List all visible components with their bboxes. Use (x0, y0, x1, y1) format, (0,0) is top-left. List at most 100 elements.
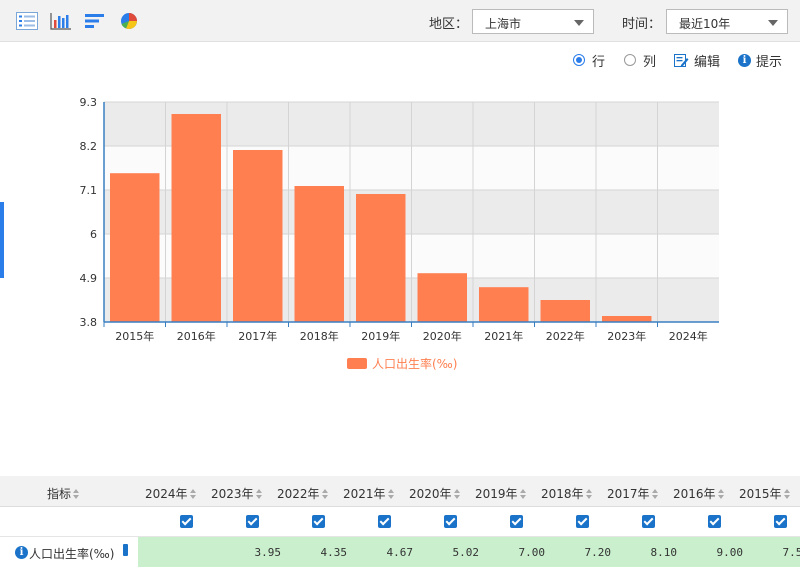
bar-2015年 (110, 173, 160, 322)
table-cell: 5.02 (452, 546, 480, 559)
bar-2023年 (602, 316, 652, 322)
edit-icon (674, 53, 689, 68)
region-select[interactable]: 上海市 (472, 9, 594, 34)
legend-label: 人口出生率(‰) (372, 357, 458, 371)
sort-icon (255, 489, 263, 499)
x-tick-label: 2022年 (546, 329, 585, 343)
region-select-value: 上海市 (485, 17, 522, 31)
sort-icon (387, 489, 395, 499)
bar-2020年 (417, 273, 467, 322)
x-tick-label: 2018年 (300, 329, 339, 343)
column-checkbox[interactable] (510, 515, 523, 528)
bar-chart: 3.8 4.9 6 7.1 8.2 9.3 2015年 2016年 2017年 2018年 2019… (80, 96, 719, 343)
year-column-header[interactable]: 2020年 (409, 485, 461, 502)
chevron-down-icon (574, 20, 584, 26)
x-tick-label: 2016年 (177, 329, 216, 343)
year-header-label: 2021年 (343, 487, 386, 501)
column-checkbox[interactable] (576, 515, 589, 528)
edit-button[interactable]: 编辑 (674, 52, 721, 70)
hint-button-label: 提示 (756, 54, 783, 70)
table-header: 指标 2024年 2023年 2022年 2021年 2020年 2019年 2018年 20… (0, 476, 800, 507)
year-column-header[interactable]: 2016年 (673, 485, 725, 502)
column-checkbox[interactable] (180, 515, 193, 528)
sort-icon (73, 489, 80, 499)
column-checkbox[interactable] (642, 515, 655, 528)
year-column-header[interactable]: 2019年 (475, 485, 527, 502)
column-checkbox[interactable] (312, 515, 325, 528)
sort-icon (651, 489, 659, 499)
table-cell: 7.20 (584, 546, 612, 559)
table-cell: 7.52 (782, 546, 800, 559)
row-header: i 人口出生率(‰) (0, 537, 138, 567)
sort-icon (519, 489, 527, 499)
y-tick-label: 7.1 (80, 184, 98, 197)
region-label: 地区： (429, 17, 469, 32)
x-tick-label: 2015年 (115, 329, 154, 343)
row-radio[interactable]: 行 (573, 52, 605, 70)
year-header-label: 2022年 (277, 487, 320, 501)
column-checkbox[interactable] (378, 515, 391, 528)
chevron-down-icon (768, 20, 778, 26)
row-menu-handle[interactable] (123, 544, 128, 556)
table-cell: 3.95 (254, 546, 282, 559)
year-column-header[interactable]: 2017年 (607, 485, 659, 502)
year-header-label: 2024年 (145, 487, 188, 501)
year-header-label: 2019年 (475, 487, 518, 501)
column-checkbox[interactable] (774, 515, 787, 528)
pie-chart-icon[interactable] (118, 11, 140, 31)
time-select[interactable]: 最近10年 (666, 9, 788, 34)
indicator-header-label: 指标 (47, 487, 72, 501)
hint-button[interactable]: i 提示 (738, 52, 783, 70)
horizontal-bar-icon[interactable] (84, 11, 106, 31)
radio-selected-icon (573, 54, 585, 66)
sort-icon (321, 489, 329, 499)
year-column-header[interactable]: 2021年 (343, 485, 395, 502)
bar-2022年 (540, 300, 590, 322)
table-row: i 人口出生率(‰) 3.95 4.35 4.67 5.02 7.00 7.20 8.10 9… (0, 537, 800, 567)
info-icon: i (738, 53, 751, 67)
year-column-header[interactable]: 2015年 (739, 485, 791, 502)
year-header-label: 2015年 (739, 487, 782, 501)
radio-unselected-icon (624, 54, 636, 66)
toolbar: 地区： 上海市 时间： 最近10年 (0, 0, 800, 42)
bar-chart-icon[interactable] (50, 11, 72, 31)
checkbox-row (0, 507, 800, 537)
year-header-label: 2018年 (541, 487, 584, 501)
bar-2019年 (356, 194, 406, 322)
row-values: 3.95 4.35 4.67 5.02 7.00 7.20 8.10 9.00 7.52 (138, 537, 800, 567)
y-tick-label: 6 (90, 228, 97, 241)
y-tick-label: 8.2 (80, 140, 98, 153)
table-cell: 9.00 (716, 546, 744, 559)
year-header-label: 2017年 (607, 487, 650, 501)
x-tick-label: 2024年 (669, 329, 708, 343)
sort-icon (585, 489, 593, 499)
x-tick-label: 2023年 (607, 329, 646, 343)
column-radio[interactable]: 列 (624, 52, 656, 70)
y-tick-label: 4.9 (80, 272, 98, 285)
chart-legend[interactable]: 人口出生率(‰) (347, 355, 457, 372)
year-header-label: 2016年 (673, 487, 716, 501)
year-column-header[interactable]: 2022年 (277, 485, 329, 502)
y-tick-label: 3.8 (80, 316, 98, 329)
sort-icon (783, 489, 791, 499)
x-tick-label: 2020年 (423, 329, 462, 343)
edit-button-label: 编辑 (694, 54, 721, 70)
sort-icon (453, 489, 461, 499)
year-header-label: 2023年 (211, 487, 254, 501)
table-cell: 4.67 (386, 546, 414, 559)
year-column-header[interactable]: 2018年 (541, 485, 593, 502)
bar-2017年 (233, 150, 283, 322)
table-icon[interactable] (16, 11, 38, 31)
year-column-header[interactable]: 2024年 (145, 485, 197, 502)
year-column-header[interactable]: 2023年 (211, 485, 263, 502)
year-header-label: 2020年 (409, 487, 452, 501)
indicator-column-header[interactable]: 指标 (47, 485, 80, 502)
sort-icon (717, 489, 725, 499)
sort-icon (189, 489, 197, 499)
column-checkbox[interactable] (444, 515, 457, 528)
legend-swatch (347, 358, 367, 369)
column-checkbox[interactable] (246, 515, 259, 528)
time-select-value: 最近10年 (679, 17, 731, 31)
column-checkbox[interactable] (708, 515, 721, 528)
table-cell: 8.10 (650, 546, 678, 559)
